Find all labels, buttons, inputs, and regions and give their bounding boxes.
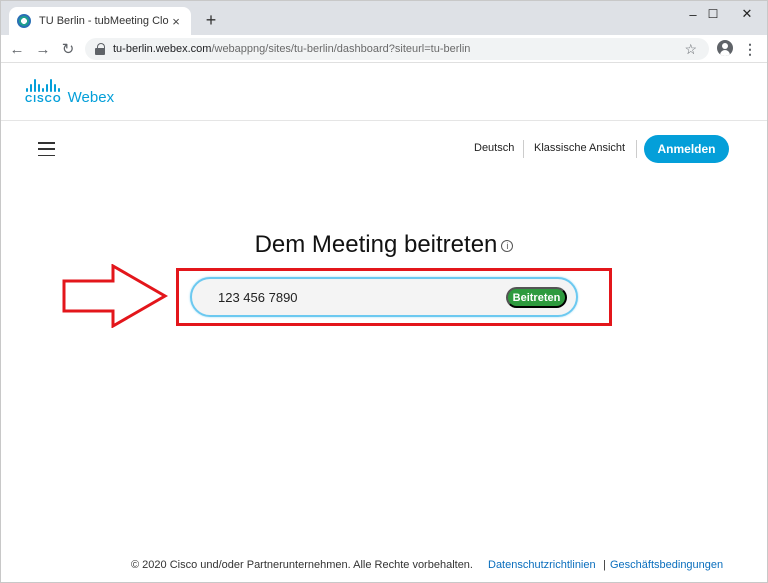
browser-window: TU Berlin - tubMeeting Cloud × + – ☐ ✕ ←… (0, 0, 768, 583)
sign-in-button[interactable]: Anmelden (644, 135, 729, 163)
cisco-bars-icon (26, 79, 61, 92)
close-window-button[interactable]: ✕ (727, 3, 767, 25)
browser-menu-icon[interactable]: ⋮ (743, 39, 757, 59)
tab-title: TU Berlin - tubMeeting Cloud (39, 15, 169, 27)
webex-page: CISCO Webex Deutsch Klassische Ansicht A… (1, 63, 767, 582)
meeting-number-value: 123 456 7890 (218, 289, 298, 305)
classic-view-link[interactable]: Klassische Ansicht (534, 142, 625, 154)
lock-icon (95, 43, 105, 55)
cisco-wordmark: CISCO (25, 94, 62, 105)
forward-button[interactable]: → (33, 39, 53, 59)
address-toolbar: ← → ↻ tu-berlin.webex.com/webappng/sites… (1, 35, 767, 63)
join-meeting-button[interactable]: Beitreten (506, 287, 567, 308)
header-divider (523, 140, 524, 158)
reload-button[interactable]: ↻ (58, 39, 78, 59)
url-path: /webappng/sites/tu-berlin/dashboard?site… (211, 43, 471, 55)
terms-link[interactable]: Geschäftsbedingungen (610, 559, 723, 571)
footer-separator: | (603, 559, 606, 571)
copyright-text: © 2020 Cisco und/oder Partnerunternehmen… (131, 559, 473, 571)
back-button[interactable]: ← (7, 39, 27, 59)
info-icon[interactable]: i (501, 239, 514, 252)
webex-favicon-icon (17, 14, 31, 28)
tab-close-icon[interactable]: × (169, 14, 183, 29)
profile-avatar-icon[interactable] (717, 40, 733, 56)
cisco-logo-icon: CISCO (25, 79, 62, 105)
header-divider (636, 140, 637, 158)
language-link[interactable]: Deutsch (474, 142, 514, 154)
cisco-webex-logo[interactable]: CISCO Webex (25, 79, 114, 105)
url-text: tu-berlin.webex.com/webappng/sites/tu-be… (113, 43, 470, 55)
address-bar[interactable]: tu-berlin.webex.com/webappng/sites/tu-be… (85, 38, 709, 60)
webex-wordmark: Webex (67, 89, 115, 106)
tab-strip: TU Berlin - tubMeeting Cloud × + – ☐ ✕ (1, 1, 767, 35)
browser-tab[interactable]: TU Berlin - tubMeeting Cloud × (9, 7, 191, 35)
new-tab-button[interactable]: + (201, 10, 221, 30)
url-host: tu-berlin.webex.com (113, 43, 212, 55)
red-arrow-annotation-icon (62, 264, 169, 328)
bookmark-star-icon[interactable]: ☆ (684, 41, 697, 58)
page-title-text: Dem Meeting beitreten (254, 231, 498, 258)
privacy-link[interactable]: Datenschutzrichtlinien (488, 559, 596, 571)
hamburger-menu-icon[interactable] (38, 142, 55, 156)
brand-bar: CISCO Webex (1, 63, 767, 121)
page-title: Dem Meeting beitreten i (1, 231, 767, 259)
